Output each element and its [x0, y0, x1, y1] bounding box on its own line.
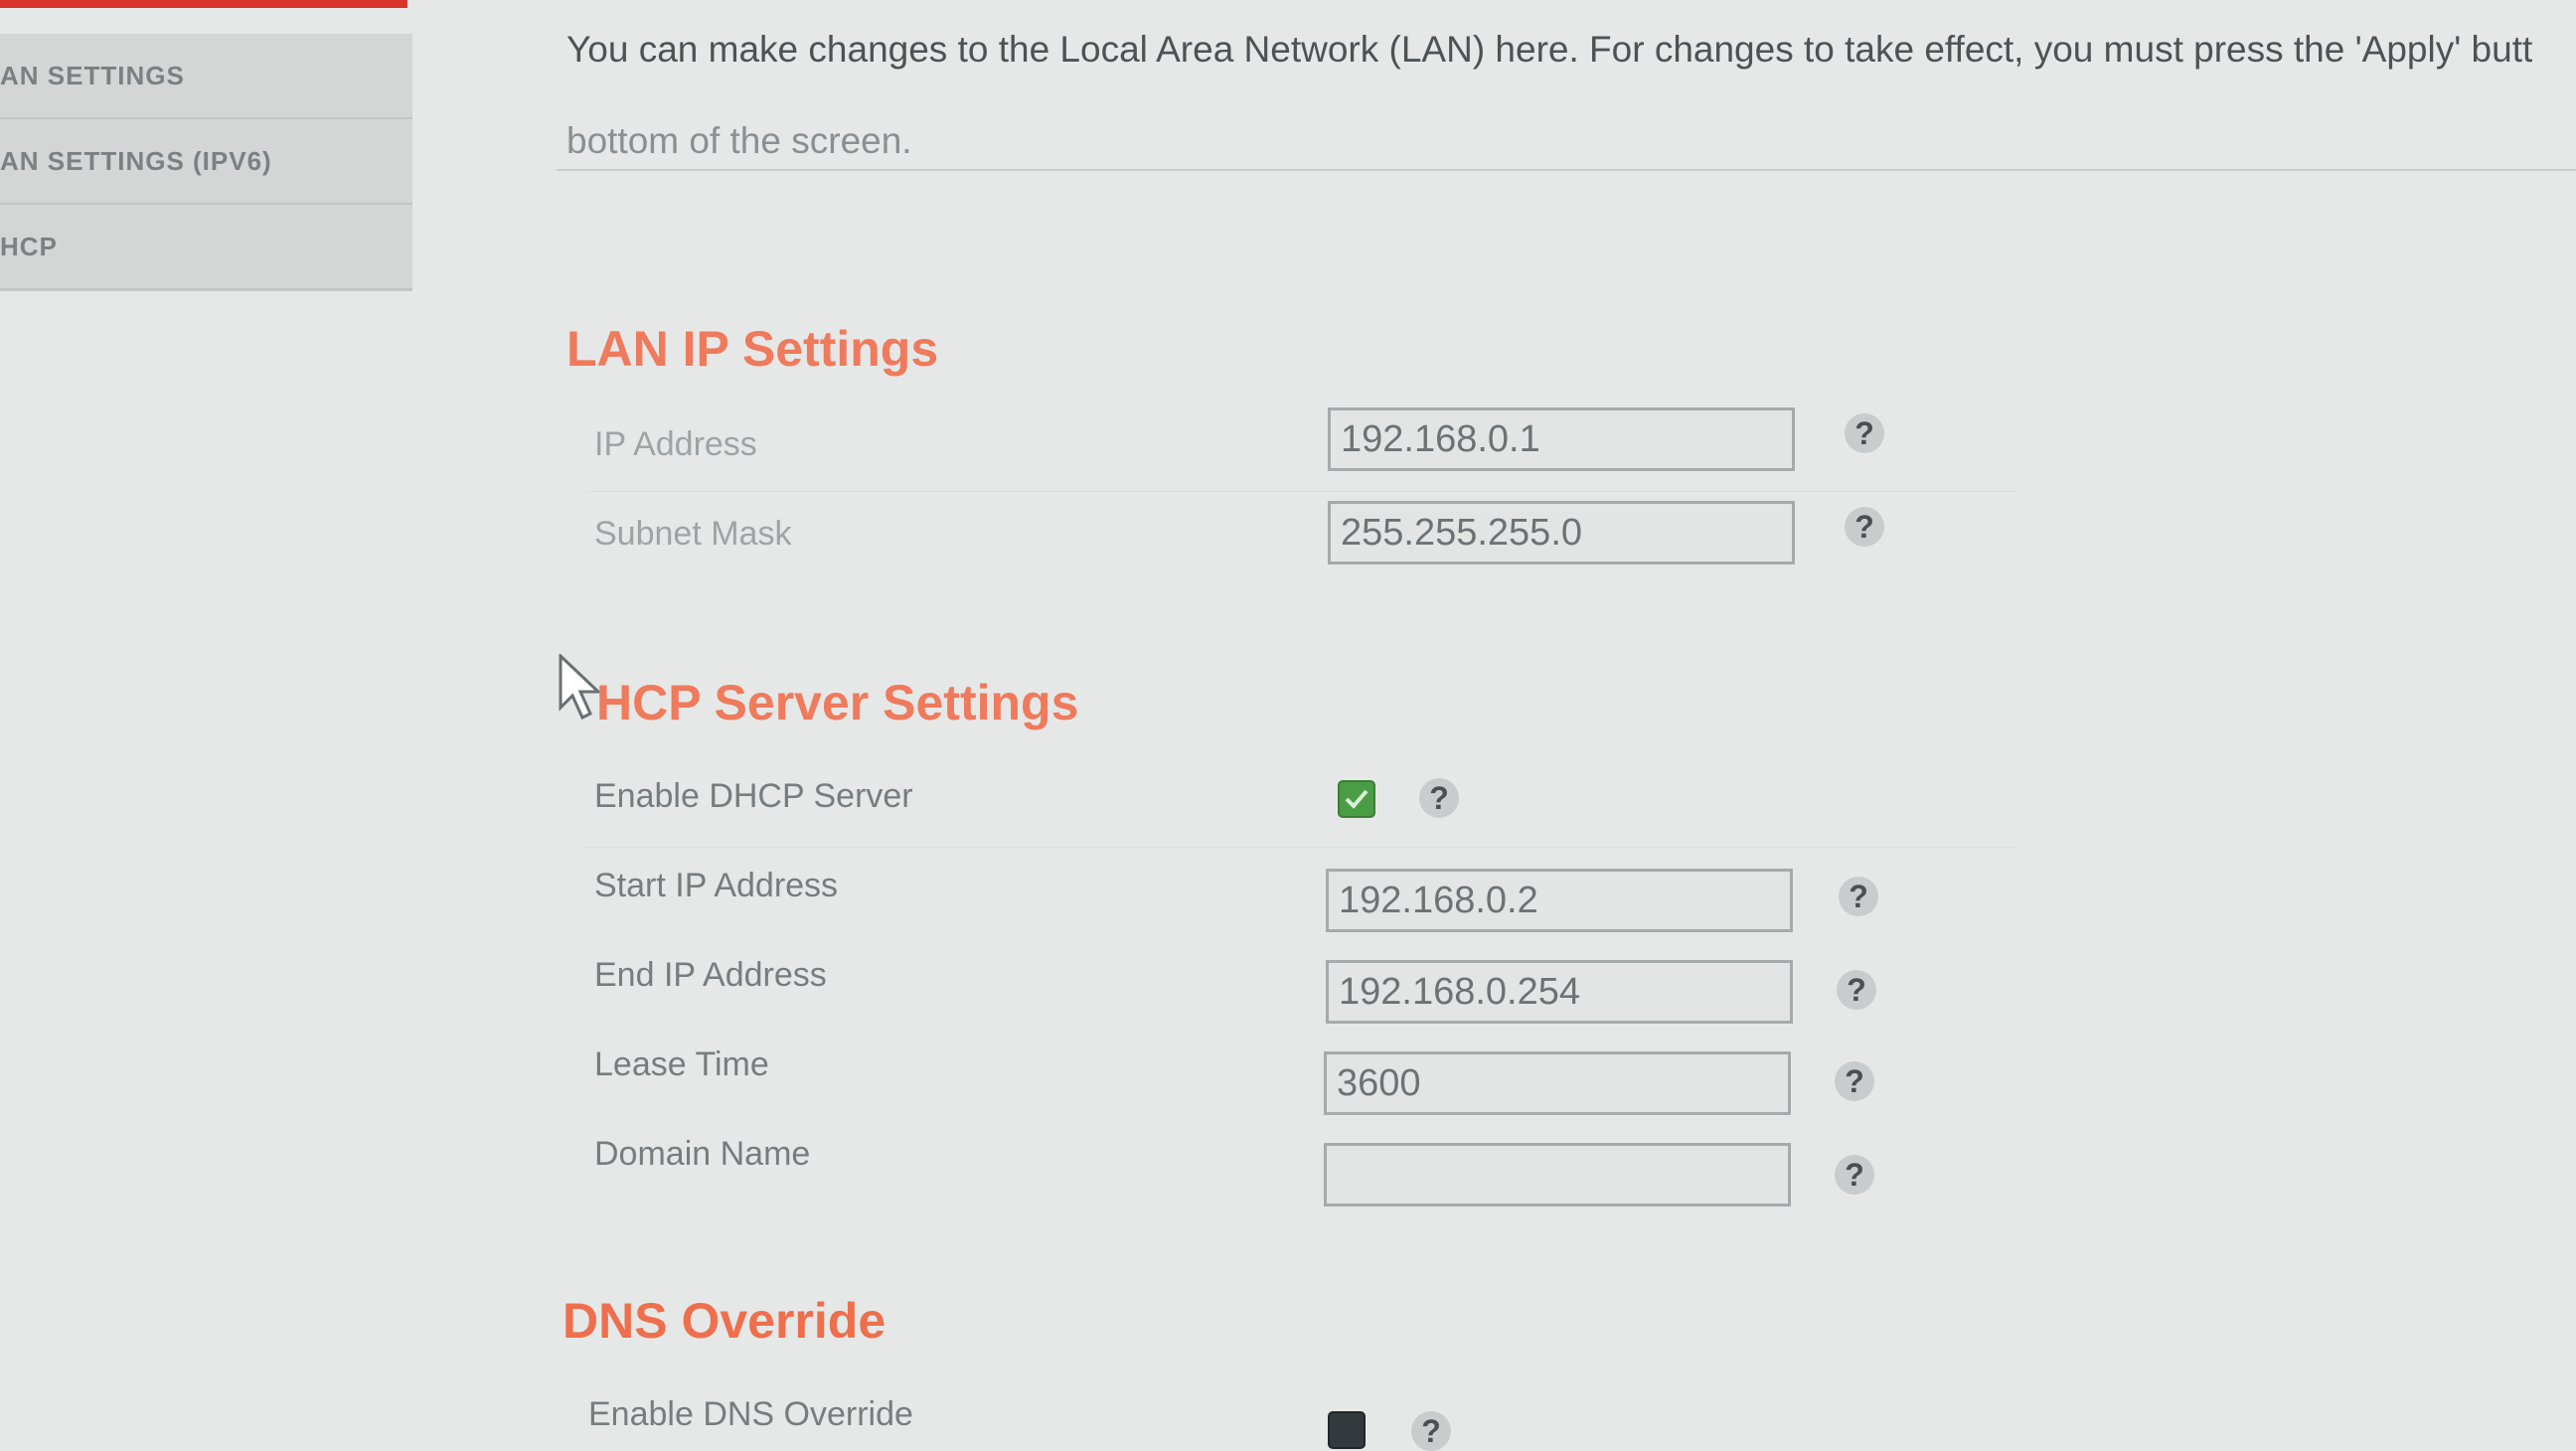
intro-line-1: You can make changes to the Local Area N…: [566, 29, 2533, 70]
end-ip-input[interactable]: [1326, 960, 1793, 1024]
enable-dns-override-label: Enable DNS Override: [588, 1395, 913, 1433]
lease-time-help-icon[interactable]: ?: [1835, 1061, 1874, 1101]
sidebar: AN SETTINGS AN SETTINGS (IPV6) HCP: [0, 0, 417, 298]
intro-line-2: bottom of the screen.: [566, 120, 912, 161]
subnet-mask-help-icon[interactable]: ?: [1845, 507, 1884, 547]
domain-name-input[interactable]: [1324, 1143, 1791, 1207]
enable-dhcp-label: Enable DHCP Server: [594, 777, 913, 815]
row-divider: [586, 847, 2017, 848]
lease-time-label: Lease Time: [594, 1046, 769, 1083]
lan-ip-settings-title: LAN IP Settings: [566, 321, 939, 377]
domain-name-help-icon[interactable]: ?: [1835, 1155, 1874, 1195]
sidebar-item-lan-settings[interactable]: AN SETTINGS: [0, 34, 412, 120]
start-ip-input[interactable]: [1326, 869, 1793, 932]
checkmark-icon: [1345, 789, 1368, 809]
enable-dhcp-help-icon[interactable]: ?: [1419, 778, 1459, 818]
intro-text: You can make changes to the Local Area N…: [566, 4, 2576, 187]
ip-address-label: IP Address: [594, 425, 757, 463]
lease-time-input[interactable]: [1324, 1051, 1791, 1115]
sidebar-item-dhcp[interactable]: HCP: [0, 205, 412, 291]
dhcp-server-settings-title: HCP Server Settings: [596, 675, 1079, 730]
enable-dns-override-checkbox[interactable]: [1328, 1411, 1366, 1449]
start-ip-help-icon[interactable]: ?: [1839, 877, 1878, 916]
domain-name-label: Domain Name: [594, 1135, 811, 1173]
enable-dhcp-checkbox[interactable]: [1338, 780, 1375, 818]
row-divider: [586, 491, 2017, 492]
dns-override-title: DNS Override: [563, 1293, 886, 1349]
ip-address-help-icon[interactable]: ?: [1845, 413, 1884, 453]
ip-address-input[interactable]: [1328, 407, 1795, 471]
intro-divider: [557, 169, 2576, 171]
enable-dns-override-help-icon[interactable]: ?: [1411, 1411, 1451, 1451]
end-ip-label: End IP Address: [594, 956, 827, 994]
sidebar-item-lan-settings-ipv6[interactable]: AN SETTINGS (IPV6): [0, 119, 412, 206]
sidebar-top-accent: [0, 0, 407, 8]
start-ip-label: Start IP Address: [594, 867, 839, 904]
end-ip-help-icon[interactable]: ?: [1837, 970, 1876, 1010]
subnet-mask-label: Subnet Mask: [594, 515, 792, 553]
subnet-mask-input[interactable]: [1328, 501, 1795, 564]
